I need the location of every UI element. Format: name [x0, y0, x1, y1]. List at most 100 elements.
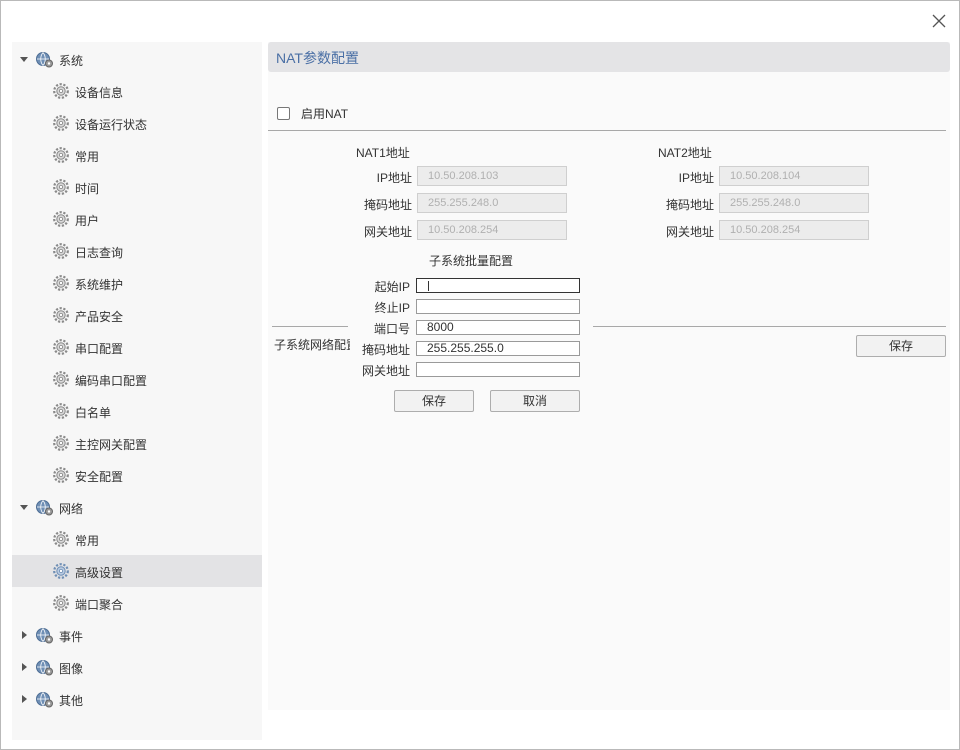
tree-group-network[interactable]: 网络: [12, 491, 262, 523]
nat2-title: NAT2地址: [658, 146, 712, 160]
tree-group-label: 其他: [59, 694, 84, 708]
dialog-window: 系统 设备信息 设备运行状态 常用 时间 用户 日志查询 系统维护 产品安全 串…: [0, 0, 960, 750]
tree-group-label: 事件: [59, 630, 84, 644]
batch-gateway-label: 网关地址: [361, 364, 410, 378]
sidebar-item-label: 日志查询: [75, 246, 124, 260]
sidebar-item-label: 时间: [75, 182, 100, 196]
nat1-title: NAT1地址: [356, 146, 410, 160]
tree-group-system[interactable]: 系统: [12, 43, 262, 75]
gear-icon: [53, 83, 69, 99]
enable-nat-row[interactable]: 启用NAT: [277, 105, 348, 121]
batch-gateway-input[interactable]: [416, 362, 580, 377]
start-ip-label: 起始IP: [374, 280, 410, 294]
tree-group-image[interactable]: 图像: [12, 651, 262, 683]
batch-config-title: 子系统批量配置: [429, 254, 514, 268]
gear-icon: [53, 371, 69, 387]
gear-icon: [53, 147, 69, 163]
gear-icon: [53, 435, 69, 451]
sidebar-item-device-info[interactable]: 设备信息: [12, 75, 262, 107]
save-button[interactable]: 保存: [856, 335, 946, 357]
divider: [268, 130, 946, 131]
collapsed-arrow-icon[interactable]: [19, 694, 29, 704]
page-title: NAT参数配置: [276, 50, 359, 66]
sidebar-item-label: 系统维护: [75, 278, 124, 292]
gear-icon: [53, 211, 69, 227]
nat1-gateway-field[interactable]: [417, 220, 567, 240]
globe-gear-icon: [36, 52, 53, 68]
tree-group-event[interactable]: 事件: [12, 619, 262, 651]
sidebar-item-whitelist[interactable]: 白名单: [12, 395, 262, 427]
sidebar-item-user[interactable]: 用户: [12, 203, 262, 235]
collapsed-arrow-icon[interactable]: [19, 630, 29, 640]
globe-gear-icon: [36, 692, 53, 708]
gear-icon: [53, 275, 69, 291]
sidebar-tree: 系统 设备信息 设备运行状态 常用 时间 用户 日志查询 系统维护 产品安全 串…: [12, 42, 262, 740]
enable-nat-checkbox[interactable]: [277, 106, 290, 120]
sidebar-item-encode-serial-config[interactable]: 编码串口配置: [12, 363, 262, 395]
sidebar-item-label: 产品安全: [75, 310, 124, 324]
nat1-gateway-label: 网关地址: [363, 225, 412, 239]
sidebar-item-running-status[interactable]: 设备运行状态: [12, 107, 262, 139]
sidebar-item-network-common[interactable]: 常用: [12, 523, 262, 555]
sidebar-item-serial-config[interactable]: 串口配置: [12, 331, 262, 363]
main-panel: NAT参数配置 启用NAT NAT1地址 IP地址 掩码地址 网关地址 NAT2…: [268, 42, 950, 710]
expanded-arrow-icon[interactable]: [19, 54, 29, 64]
text-cursor: [428, 281, 429, 291]
gear-icon: [53, 179, 69, 195]
gear-icon: [53, 115, 69, 131]
sidebar-item-label: 设备信息: [75, 86, 124, 100]
end-ip-label: 终止IP: [374, 301, 410, 315]
batch-cancel-button[interactable]: 取消: [490, 390, 580, 412]
panel-header: NAT参数配置: [268, 42, 950, 72]
collapsed-arrow-icon[interactable]: [19, 662, 29, 672]
globe-gear-icon: [36, 628, 53, 644]
nat2-gateway-field[interactable]: [719, 220, 869, 240]
port-input[interactable]: 8000: [416, 320, 580, 335]
enable-nat-label: 启用NAT: [301, 106, 349, 121]
nat2-ip-label: IP地址: [678, 171, 714, 185]
nat1-mask-label: 掩码地址: [363, 198, 412, 212]
tree-group-other[interactable]: 其他: [12, 683, 262, 715]
subsystem-network-config-label: 子系统网络配置: [272, 334, 350, 356]
gear-icon: [53, 403, 69, 419]
sidebar-item-label: 主控网关配置: [75, 438, 148, 452]
nat2-mask-field[interactable]: [719, 193, 869, 213]
start-ip-input[interactable]: [416, 278, 580, 293]
nat2-ip-field[interactable]: [719, 166, 869, 186]
expanded-arrow-icon[interactable]: [19, 502, 29, 512]
sidebar-item-label: 设备运行状态: [75, 118, 148, 132]
globe-gear-icon: [36, 660, 53, 676]
sidebar-item-label: 安全配置: [75, 470, 124, 484]
sidebar-item-label: 常用: [75, 150, 100, 164]
gear-icon: [53, 563, 69, 579]
batch-mask-label: 掩码地址: [361, 343, 410, 357]
sidebar-item-label: 串口配置: [75, 342, 124, 356]
sidebar-item-gateway-config[interactable]: 主控网关配置: [12, 427, 262, 459]
sidebar-item-port-aggregation[interactable]: 端口聚合: [12, 587, 262, 619]
gear-icon: [53, 339, 69, 355]
sidebar-item-maintenance[interactable]: 系统维护: [12, 267, 262, 299]
nat2-mask-label: 掩码地址: [665, 198, 714, 212]
sidebar-item-security-config[interactable]: 安全配置: [12, 459, 262, 491]
batch-save-button[interactable]: 保存: [394, 390, 474, 412]
sidebar-item-time[interactable]: 时间: [12, 171, 262, 203]
sidebar-item-log-query[interactable]: 日志查询: [12, 235, 262, 267]
gear-icon: [53, 595, 69, 611]
close-icon[interactable]: [929, 11, 949, 31]
sidebar-item-common[interactable]: 常用: [12, 139, 262, 171]
port-label: 端口号: [373, 322, 410, 336]
sidebar-item-label: 用户: [75, 214, 100, 228]
nat1-mask-field[interactable]: [417, 193, 567, 213]
gear-icon: [53, 467, 69, 483]
batch-mask-input[interactable]: 255.255.255.0: [416, 341, 580, 356]
gear-icon: [53, 531, 69, 547]
gear-icon: [53, 307, 69, 323]
divider-right: [593, 326, 946, 327]
sidebar-item-advanced-settings[interactable]: 高级设置: [12, 555, 262, 587]
sidebar-item-label: 白名单: [75, 406, 112, 420]
end-ip-input[interactable]: [416, 299, 580, 314]
sidebar-item-product-security[interactable]: 产品安全: [12, 299, 262, 331]
sidebar-item-label: 编码串口配置: [75, 374, 148, 388]
nat1-ip-field[interactable]: [417, 166, 567, 186]
tree-group-label: 图像: [59, 662, 84, 676]
